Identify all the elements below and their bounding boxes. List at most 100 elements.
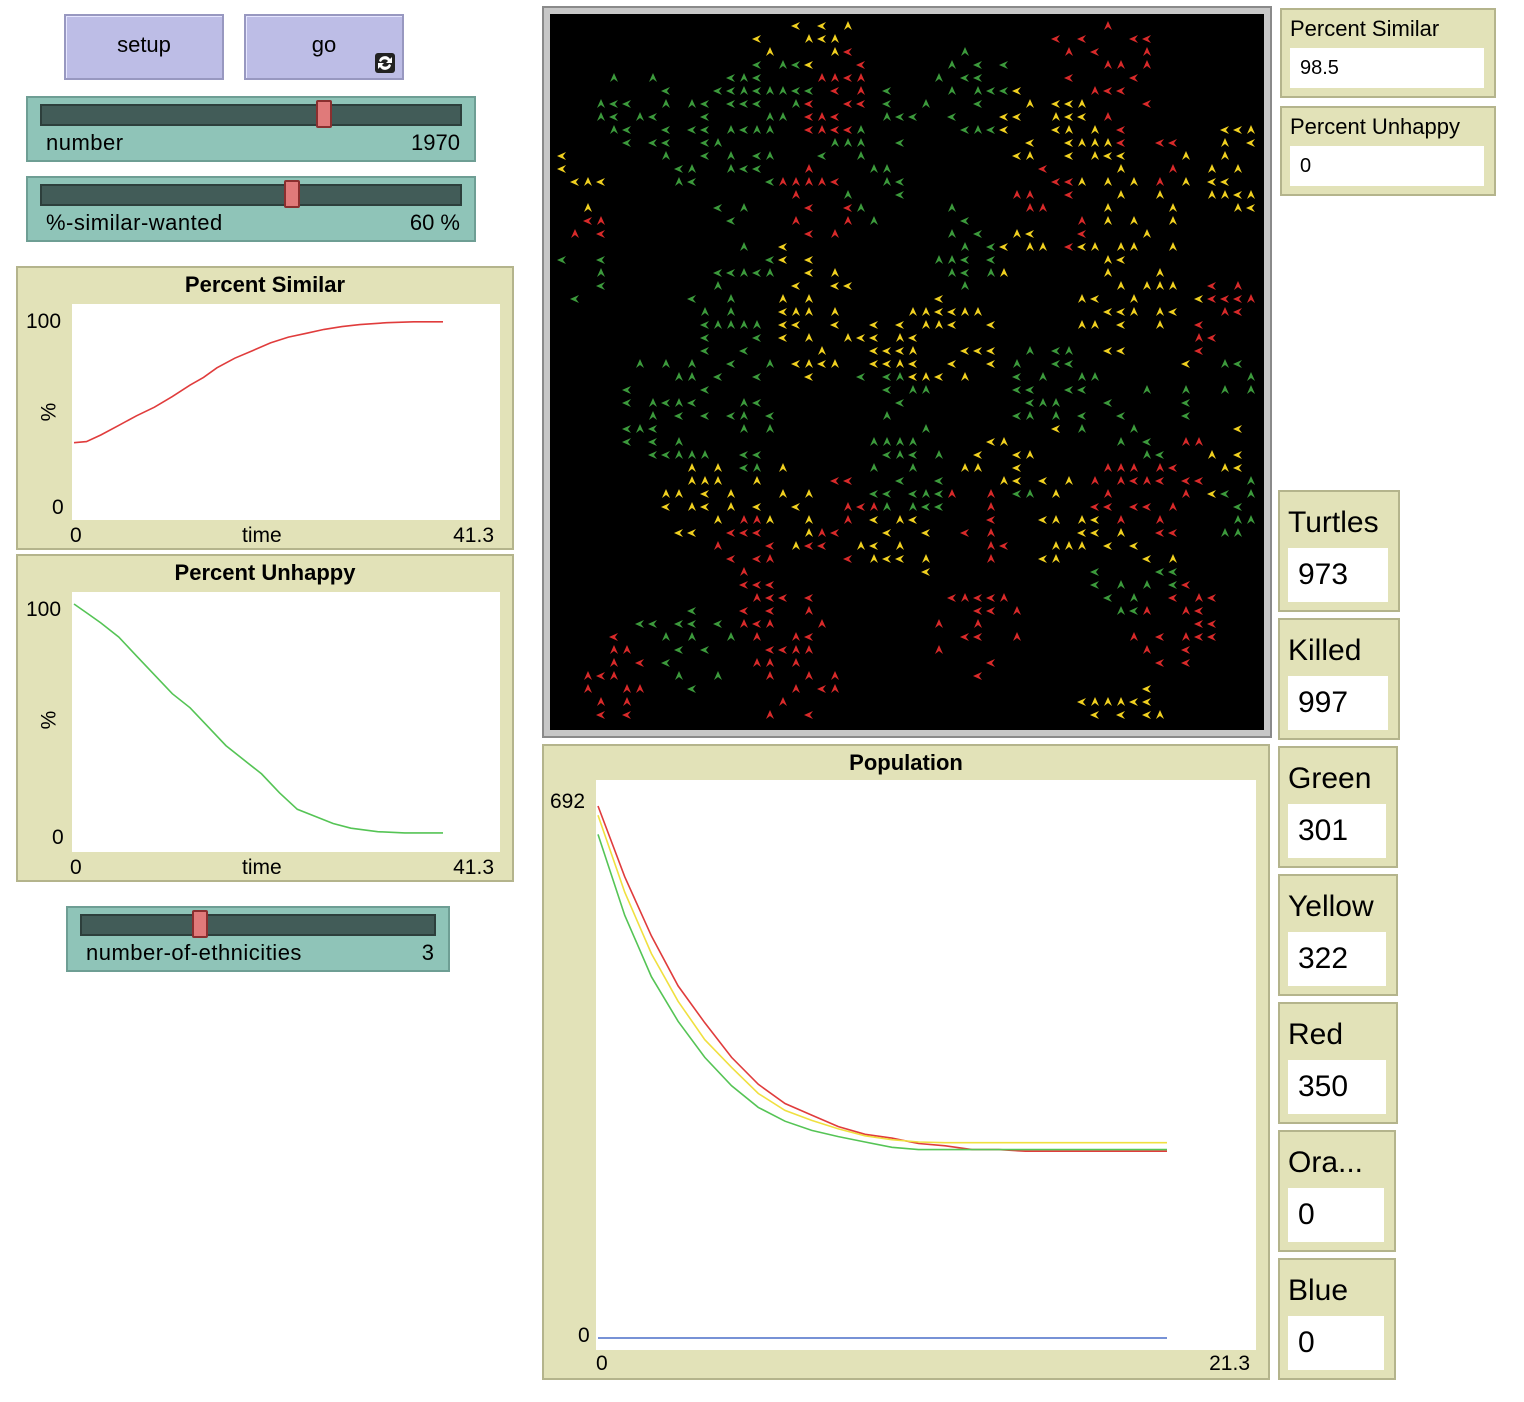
agent-turtle [974, 86, 982, 95]
agent-turtle [961, 593, 969, 602]
agent-turtle [895, 477, 904, 485]
agent-turtle [636, 424, 644, 433]
agent-turtle [1078, 320, 1086, 329]
x-axis-label: time [242, 856, 282, 879]
agent-turtle [713, 620, 722, 628]
agent-turtle [753, 632, 761, 641]
agent-turtle [986, 516, 995, 524]
agent-turtle [986, 347, 995, 355]
agent-turtle [739, 126, 748, 134]
agent-turtle [935, 255, 943, 264]
agent-turtle [1104, 489, 1112, 498]
agent-turtle [1220, 126, 1229, 134]
agent-turtle [1207, 282, 1216, 290]
monitor-value: 350 [1288, 1060, 1386, 1114]
agent-turtle [688, 164, 696, 173]
agent-turtle [1064, 100, 1073, 108]
agent-turtle [688, 632, 696, 641]
monitor-label: Red [1288, 1018, 1344, 1051]
agent-turtle [960, 74, 969, 82]
agent-turtle [1064, 113, 1073, 121]
number-of-ethnicities-slider[interactable]: number-of-ethnicities 3 [66, 906, 450, 972]
agent-turtle [909, 502, 917, 511]
agent-turtle [1104, 697, 1112, 706]
agent-turtle [1051, 126, 1060, 134]
agent-turtle [739, 529, 748, 537]
slider-knob[interactable] [316, 100, 333, 128]
agent-turtle [1220, 295, 1229, 303]
agent-turtle [1052, 541, 1060, 550]
agent-turtle [596, 256, 605, 264]
agent-turtle [1039, 203, 1047, 212]
agent-turtle [778, 646, 787, 654]
agent-turtle [700, 113, 709, 121]
agent-turtle [1064, 74, 1073, 82]
slider-knob[interactable] [283, 180, 300, 208]
agent-turtle [948, 60, 956, 69]
agent-turtle [1207, 178, 1216, 186]
agent-turtle [817, 35, 826, 43]
slider-knob[interactable] [192, 910, 209, 938]
agent-turtle [1156, 710, 1164, 719]
agent-turtle [1142, 555, 1151, 563]
slider-track[interactable] [40, 184, 462, 206]
agent-turtle [713, 373, 722, 381]
agent-turtle [1155, 659, 1164, 667]
slider-track[interactable] [80, 914, 436, 936]
agent-turtle [1000, 476, 1008, 485]
agent-turtle [648, 425, 657, 433]
setup-button[interactable]: setup [64, 14, 224, 80]
agent-turtle [1091, 320, 1099, 329]
agent-turtle [1156, 281, 1164, 290]
agent-turtle [883, 502, 891, 511]
go-button[interactable]: go [244, 14, 404, 80]
x-min-tick: 0 [596, 1352, 608, 1375]
agent-turtle [623, 684, 631, 693]
agent-turtle [1026, 190, 1034, 199]
agent-turtle [648, 438, 657, 446]
agent-turtle [739, 347, 748, 355]
agent-turtle [857, 73, 865, 82]
agent-turtle [830, 477, 839, 485]
agent-turtle [752, 87, 761, 95]
agent-turtle [688, 450, 696, 459]
agent-turtle [870, 554, 878, 563]
agent-turtle [635, 659, 644, 667]
agent-turtle [947, 594, 956, 602]
slider-track[interactable] [40, 104, 462, 126]
agent-turtle [830, 126, 839, 134]
agent-turtle [753, 658, 761, 667]
agent-turtle [986, 243, 995, 251]
agent-turtle [700, 321, 709, 329]
monitor-value: 322 [1288, 932, 1386, 986]
agent-turtle [714, 138, 722, 147]
agent-turtle [948, 255, 956, 264]
agent-turtle [804, 204, 813, 212]
agent-turtle [1155, 139, 1164, 147]
agent-turtle [727, 125, 735, 134]
agent-turtle [1025, 230, 1034, 238]
agent-turtle [935, 320, 943, 329]
world-view[interactable] [542, 6, 1272, 738]
agent-turtle [1026, 450, 1034, 459]
agent-turtle [973, 100, 982, 108]
agent-turtle [987, 554, 995, 563]
agent-turtle [1143, 60, 1151, 69]
agent-turtle [830, 529, 839, 537]
agent-turtle [1194, 620, 1203, 628]
series-line-0 [73, 320, 443, 444]
agent-turtle [700, 412, 709, 420]
blue-monitor: Blue 0 [1278, 1258, 1396, 1380]
agent-turtle [792, 307, 800, 316]
agent-turtle [740, 515, 748, 524]
agent-turtle [1116, 256, 1125, 264]
agent-turtle [687, 529, 696, 537]
similar-wanted-slider[interactable]: %-similar-wanted 60 % [26, 176, 476, 242]
agent-turtle [922, 489, 930, 498]
number-slider[interactable]: number 1970 [26, 96, 476, 162]
agent-turtle [1090, 48, 1099, 56]
agent-turtle [1234, 203, 1242, 212]
agent-turtle [609, 633, 618, 641]
agent-turtle [818, 73, 826, 82]
agent-turtle [661, 87, 670, 95]
